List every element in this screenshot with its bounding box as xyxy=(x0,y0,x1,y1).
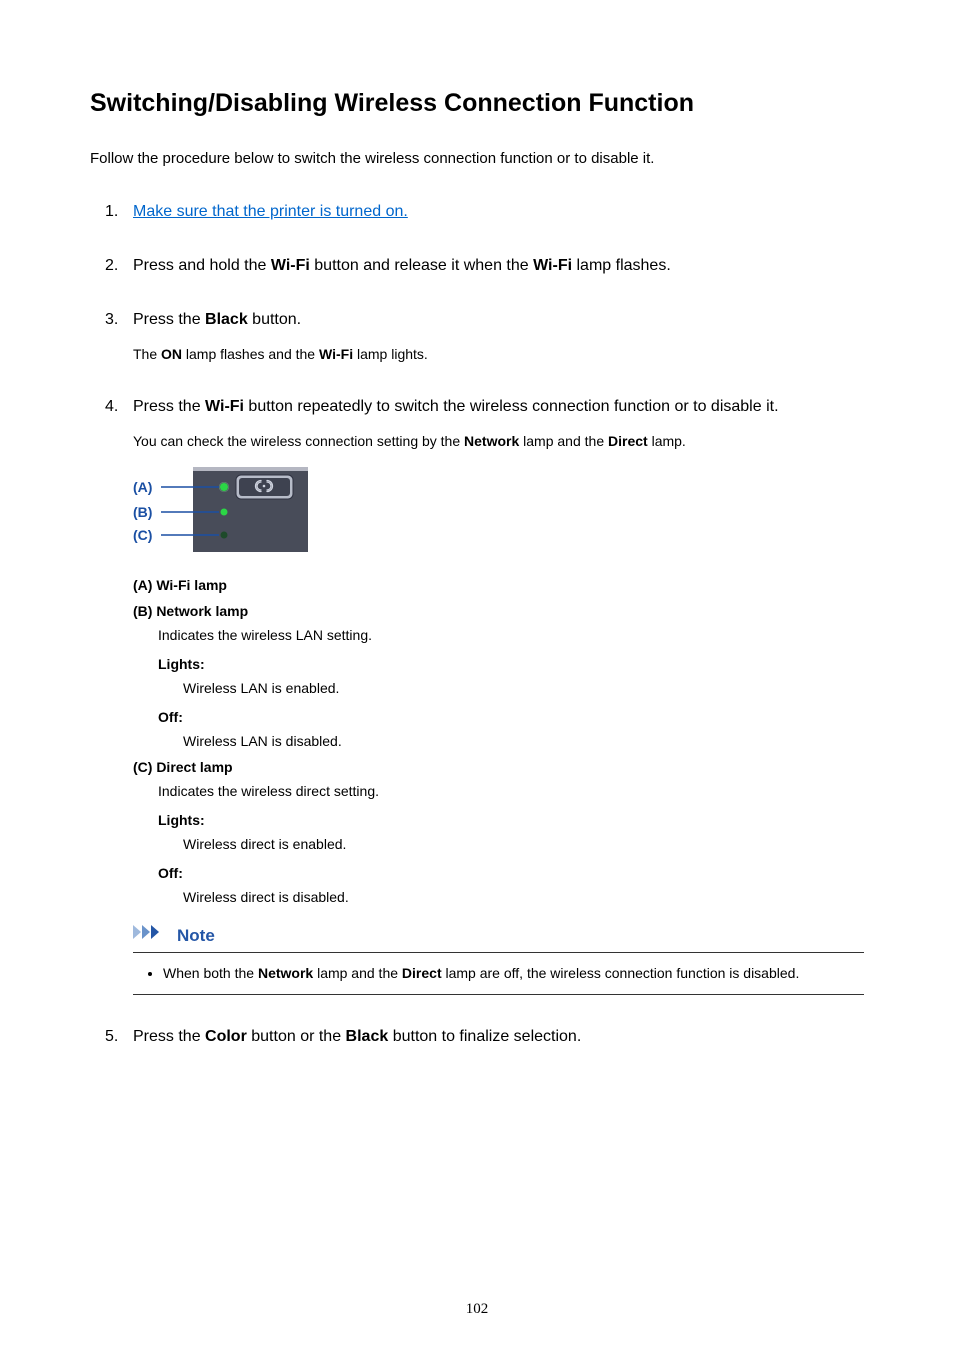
wifi-bold: Wi-Fi xyxy=(205,398,244,415)
note-box: Note When both the Network lamp and the … xyxy=(133,923,864,996)
lamp-b-lights-desc: Wireless LAN is enabled. xyxy=(183,678,864,699)
wifi-bold: Wi-Fi xyxy=(533,257,572,274)
note-chevrons-icon xyxy=(133,923,171,949)
lamp-c-desc: Indicates the wireless direct setting. xyxy=(158,781,864,802)
document-page: Switching/Disabling Wireless Connection … xyxy=(0,0,954,1350)
text: lamp flashes and the xyxy=(182,346,319,362)
color-bold: Color xyxy=(205,1028,247,1045)
step-3-sub: The ON lamp flashes and the Wi-Fi lamp l… xyxy=(133,344,864,365)
lamp-c-off: Off: xyxy=(158,863,864,884)
text: button or the xyxy=(247,1028,346,1045)
wifi-bold: Wi-Fi xyxy=(271,257,310,274)
text: lamp and the xyxy=(519,433,608,449)
text: lamp are off, the wireless connection fu… xyxy=(442,965,800,981)
step-4: Press the Wi-Fi button repeatedly to swi… xyxy=(105,395,864,995)
network-bold: Network xyxy=(258,965,313,981)
text: lamp and the xyxy=(313,965,402,981)
note-bullet: When both the Network lamp and the Direc… xyxy=(163,963,859,984)
diagram-label-a: (A) xyxy=(133,479,152,495)
lamp-b-off: Off: xyxy=(158,707,864,728)
lamp-b-off-desc: Wireless LAN is disabled. xyxy=(183,731,864,752)
black-bold: Black xyxy=(205,311,248,328)
text: lamp. xyxy=(648,433,686,449)
text: lamp lights. xyxy=(353,346,428,362)
procedure-list: Make sure that the printer is turned on.… xyxy=(105,200,864,1049)
step-4-sub: You can check the wireless connection se… xyxy=(133,431,864,452)
wifi-bold: Wi-Fi xyxy=(319,346,353,362)
direct-bold: Direct xyxy=(608,433,648,449)
page-title: Switching/Disabling Wireless Connection … xyxy=(90,85,864,123)
lamp-b-desc: Indicates the wireless LAN setting. xyxy=(158,625,864,646)
text: lamp flashes. xyxy=(572,257,671,274)
step-5: Press the Color button or the Black butt… xyxy=(105,1025,864,1049)
note-body: When both the Network lamp and the Direc… xyxy=(133,952,864,995)
text: button and release it when the xyxy=(310,257,533,274)
text: You can check the wireless connection se… xyxy=(133,433,464,449)
lamp-definitions: (A) Wi-Fi lamp (B) Network lamp Indicate… xyxy=(133,575,864,908)
lamp-a-title: (A) Wi-Fi lamp xyxy=(133,575,864,596)
note-title: Note xyxy=(177,923,215,949)
step-3: Press the Black button. The ON lamp flas… xyxy=(105,308,864,365)
intro-text: Follow the procedure below to switch the… xyxy=(90,148,864,171)
lamp-b-title: (B) Network lamp xyxy=(133,601,864,622)
lamp-c-off-desc: Wireless direct is disabled. xyxy=(183,887,864,908)
network-bold: Network xyxy=(464,433,519,449)
text: Press the xyxy=(133,398,205,415)
text: When both the xyxy=(163,965,258,981)
printer-on-link[interactable]: Make sure that the printer is turned on. xyxy=(133,203,408,220)
text: button repeatedly to switch the wireless… xyxy=(244,398,779,415)
step-2: Press and hold the Wi-Fi button and rele… xyxy=(105,254,864,278)
text: button to finalize selection. xyxy=(388,1028,581,1045)
text: Press the xyxy=(133,1028,205,1045)
text: Press the xyxy=(133,311,205,328)
text: button. xyxy=(248,311,301,328)
step-1: Make sure that the printer is turned on. xyxy=(105,200,864,224)
diagram-label-b: (B) xyxy=(133,504,152,520)
black-bold: Black xyxy=(346,1028,389,1045)
lamp-b-lights: Lights: xyxy=(158,654,864,675)
text: The xyxy=(133,346,161,362)
diagram-label-c: (C) xyxy=(133,527,152,543)
lamp-c-lights: Lights: xyxy=(158,810,864,831)
page-number: 102 xyxy=(0,1298,954,1321)
direct-bold: Direct xyxy=(402,965,442,981)
text: Press and hold the xyxy=(133,257,271,274)
on-bold: ON xyxy=(161,346,182,362)
lamp-diagram: (A) (B) (C) xyxy=(133,467,308,560)
lamp-c-title: (C) Direct lamp xyxy=(133,757,864,778)
lamp-c-lights-desc: Wireless direct is enabled. xyxy=(183,834,864,855)
